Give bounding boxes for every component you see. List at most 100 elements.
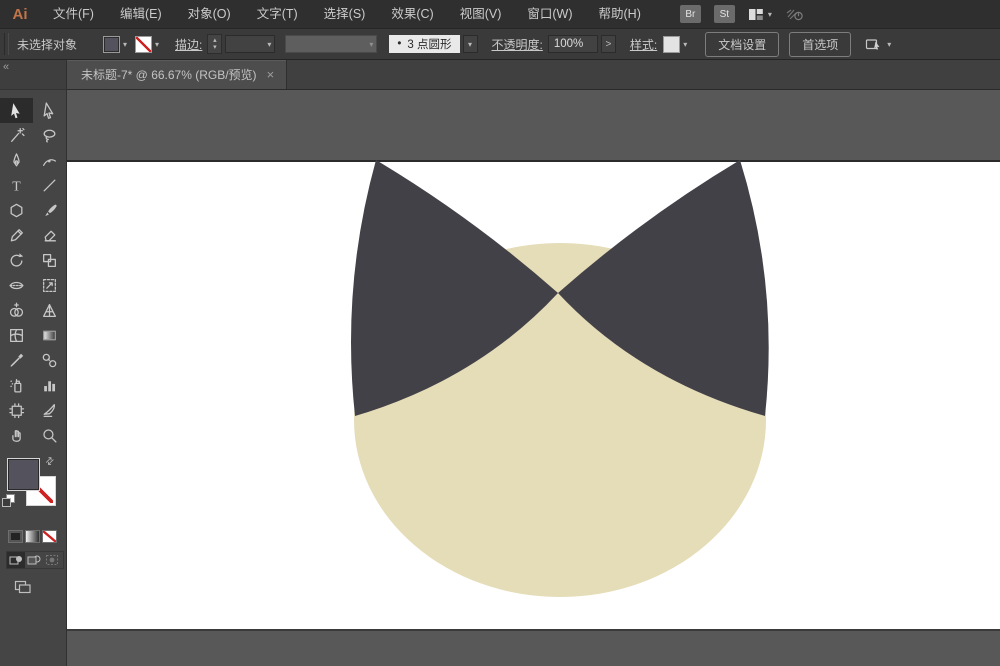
magic-wand-tool[interactable] — [0, 123, 33, 148]
menu-item-select[interactable]: 选择(S) — [311, 0, 379, 28]
opacity-expand-button[interactable]: > — [600, 35, 616, 53]
main-area: « T ⇄ 未标题-7* @ 66.67% (RGB/预览) × — [0, 60, 1000, 666]
chevron-down-icon: ▾ — [767, 9, 772, 19]
column-graph-icon — [44, 381, 56, 392]
menu-item-edit[interactable]: 编辑(E) — [107, 0, 175, 28]
color-mode-buttons — [0, 526, 66, 543]
panel-grip[interactable] — [4, 33, 9, 55]
collapse-chevrons-icon: « — [3, 61, 10, 73]
line-segment-tool[interactable] — [33, 173, 66, 198]
tab-close-icon[interactable]: × — [267, 67, 275, 82]
brush-dropdown-button[interactable]: ▾ — [462, 35, 478, 53]
stepper-down-icon[interactable]: ▾ — [213, 44, 217, 51]
free-transform-tool[interactable] — [33, 273, 66, 298]
style-label[interactable]: 样式: — [630, 36, 657, 53]
line-segment-icon — [43, 179, 56, 192]
width-tool[interactable] — [0, 273, 33, 298]
eyedropper-tool[interactable] — [0, 348, 33, 373]
menu-item-effect[interactable]: 效果(C) — [378, 0, 446, 28]
fill-stroke-controls: ⇄ — [0, 454, 67, 526]
shape-builder-tool[interactable] — [0, 298, 33, 323]
none-button[interactable] — [42, 530, 57, 543]
chevron-down-icon: ▾ — [887, 39, 892, 49]
stock-button[interactable]: St — [713, 5, 735, 23]
menu-item-window[interactable]: 窗口(W) — [514, 0, 585, 28]
symbol-sprayer-icon — [10, 379, 22, 393]
hand-tool[interactable] — [0, 423, 33, 448]
type-tool[interactable]: T — [0, 173, 33, 198]
polygon-tool[interactable] — [0, 198, 33, 223]
stroke-color-swatch[interactable] — [135, 35, 153, 53]
workspace-switcher-button[interactable]: ▾ — [748, 7, 772, 22]
stepper-up-icon[interactable]: ▴ — [213, 37, 217, 44]
default-fill-stroke-icon[interactable] — [2, 494, 15, 507]
symbol-sprayer-tool[interactable] — [0, 373, 33, 398]
workspace-layout-icon — [748, 8, 763, 20]
work-area: 未标题-7* @ 66.67% (RGB/预览) × — [67, 60, 1000, 666]
blend-tool[interactable] — [33, 348, 66, 373]
screen-mode-button[interactable] — [14, 579, 66, 599]
brush-definition-field[interactable]: • 3 点圆形 — [389, 35, 460, 53]
menu-bar: Ai 文件(F) 编辑(E) 对象(O) 文字(T) 选择(S) 效果(C) 视图(V) 窗口… — [0, 0, 1000, 28]
touch-workspace-button[interactable]: ▾ — [865, 36, 891, 52]
gradient-tool[interactable] — [33, 323, 66, 348]
opacity-input[interactable]: 100% — [547, 35, 598, 53]
style-swatch[interactable] — [663, 35, 681, 53]
selection-tool[interactable] — [0, 98, 33, 123]
style-chevron-icon[interactable]: ▾ — [683, 40, 687, 49]
appbar-right: Br St ▾ — [679, 5, 805, 23]
pen-tool[interactable] — [0, 148, 33, 173]
stroke-weight-stepper[interactable]: ▴ ▾ — [207, 34, 223, 54]
stroke-chevron-icon[interactable]: ▾ — [155, 40, 159, 49]
perspective-grid-icon — [43, 304, 56, 317]
draw-normal-button[interactable] — [7, 552, 25, 568]
scale-tool[interactable] — [33, 248, 66, 273]
menu-item-help[interactable]: 帮助(H) — [586, 0, 654, 28]
preferences-button[interactable]: 首选项 — [789, 31, 852, 57]
mesh-tool[interactable] — [0, 323, 33, 348]
zoom-tool[interactable] — [33, 423, 66, 448]
fill-proxy-swatch[interactable] — [7, 458, 40, 491]
menu-item-file[interactable]: 文件(F) — [40, 0, 107, 28]
sync-disabled-icon[interactable] — [785, 6, 805, 22]
fill-chevron-icon[interactable]: ▾ — [123, 40, 127, 49]
pencil-tool[interactable] — [0, 223, 33, 248]
stroke-weight-dropdown[interactable]: ▾ — [225, 35, 276, 53]
column-graph-tool[interactable] — [33, 373, 66, 398]
fill-color-swatch[interactable] — [103, 35, 121, 53]
artboard-icon — [9, 403, 25, 419]
menu-item-object[interactable]: 对象(O) — [175, 0, 244, 28]
direct-selection-tool[interactable] — [33, 98, 66, 123]
document-tab[interactable]: 未标题-7* @ 66.67% (RGB/预览) × — [67, 60, 288, 89]
curvature-tool[interactable] — [33, 148, 66, 173]
bridge-button[interactable]: Br — [679, 5, 701, 23]
perspective-grid-tool[interactable] — [33, 298, 66, 323]
menu-item-view[interactable]: 视图(V) — [447, 0, 515, 28]
polygon-icon — [10, 203, 23, 218]
paintbrush-tool[interactable] — [33, 198, 66, 223]
draw-behind-button[interactable] — [25, 552, 43, 568]
pencil-icon — [10, 229, 23, 242]
stroke-weight-label[interactable]: 描边: — [175, 36, 202, 53]
color-button[interactable] — [8, 530, 23, 543]
menu-item-type[interactable]: 文字(T) — [244, 0, 311, 28]
canvas-area[interactable] — [67, 90, 1000, 666]
draw-inside-icon — [46, 555, 58, 565]
eraser-tool[interactable] — [33, 223, 66, 248]
lasso-tool[interactable] — [33, 123, 66, 148]
document-setup-button[interactable]: 文档设置 — [705, 31, 780, 57]
draw-normal-icon — [9, 556, 22, 565]
opacity-label[interactable]: 不透明度: — [492, 36, 543, 53]
cat-head-artwork[interactable] — [67, 90, 1000, 666]
shape-builder-icon — [9, 302, 24, 317]
rotate-tool[interactable] — [0, 248, 33, 273]
draw-behind-icon — [27, 555, 41, 565]
chevron-down-icon: ▾ — [369, 39, 374, 49]
swap-fill-stroke-icon[interactable]: ⇄ — [43, 455, 57, 469]
width-profile-dropdown[interactable]: ▾ — [285, 35, 378, 53]
slice-tool[interactable] — [33, 398, 66, 423]
artboard-tool[interactable] — [0, 398, 33, 423]
gradient-button[interactable] — [25, 530, 40, 543]
draw-inside-button[interactable] — [43, 552, 61, 568]
toolbar-collapse-button[interactable]: « — [0, 60, 66, 90]
